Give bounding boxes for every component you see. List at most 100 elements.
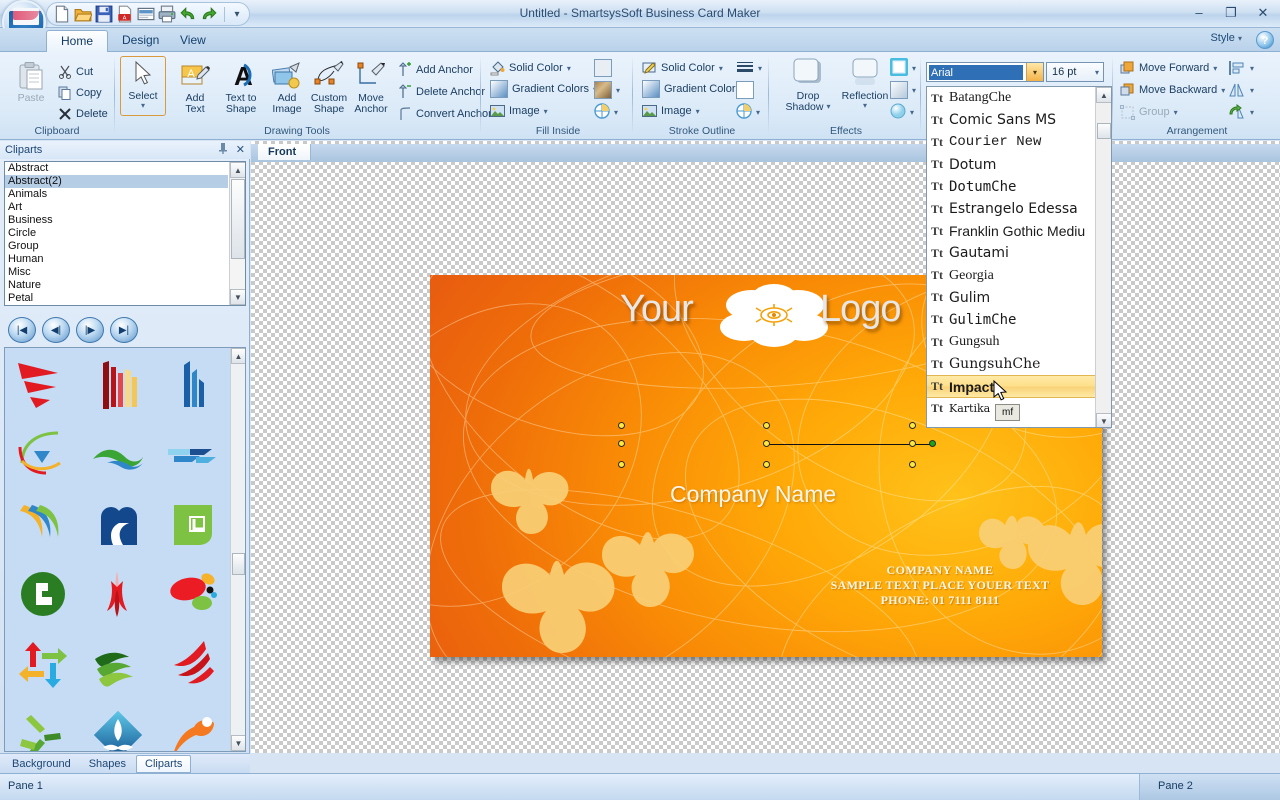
stroke-color-swatch[interactable] xyxy=(736,81,754,99)
clipart-red-fan[interactable] xyxy=(5,350,80,420)
font-list-item-gungsuh[interactable]: TtGungsuh xyxy=(927,331,1095,353)
scroll-down-arrow-icon[interactable]: ▼ xyxy=(231,735,246,751)
convert-anchor-button[interactable]: Convert Anchor xyxy=(398,105,492,123)
font-list-item-estrangelo-edessa[interactable]: TtEstrangelo Edessa xyxy=(927,198,1095,220)
clipart-crescent-stack[interactable] xyxy=(5,490,80,560)
scroll-down-arrow-icon[interactable]: ▼ xyxy=(230,289,246,305)
dock-tab-background[interactable]: Background xyxy=(4,756,79,772)
selection-handle-bl[interactable] xyxy=(618,461,625,468)
delete-anchor-button[interactable]: Delete Anchor xyxy=(398,83,485,101)
clipart-blue-twin-arch[interactable] xyxy=(80,490,155,560)
custom-shape-button[interactable]: Custom Shape xyxy=(306,59,352,115)
clipart-four-arrows-cycle[interactable] xyxy=(5,630,80,700)
clipart-category-item[interactable]: Art xyxy=(5,201,228,214)
font-list-item-dotumche[interactable]: TtDotumChe xyxy=(927,176,1095,198)
clipart-category-item[interactable]: Business xyxy=(5,214,228,227)
scroll-up-arrow-icon[interactable]: ▲ xyxy=(231,348,246,364)
fill-color-swatch[interactable] xyxy=(594,59,612,77)
clipart-green-circle-leaf[interactable] xyxy=(5,560,80,630)
font-dropdown-list[interactable]: TtBatangCheTtComic Sans MSTtCourier NewT… xyxy=(926,86,1112,428)
clipart-red-parrot[interactable] xyxy=(156,560,231,630)
card-contact-block[interactable]: COMPANY NAME SAMPLE TEXT PLACE YOUER TEX… xyxy=(790,563,1090,608)
add-anchor-button[interactable]: Add Anchor xyxy=(398,61,473,79)
clipart-orange-comet[interactable] xyxy=(156,700,231,752)
font-list-item-gungsuhche[interactable]: TtGungsuhChe xyxy=(927,353,1095,375)
scroll-up-arrow-icon[interactable]: ▲ xyxy=(230,162,246,178)
style-menu-button[interactable]: Style ▾ xyxy=(1210,32,1242,44)
clipart-category-item[interactable]: Abstract(2) xyxy=(5,175,228,188)
clipart-thumbnail-grid[interactable]: ▲ ▼ xyxy=(4,347,246,752)
category-scrollbar[interactable]: ▲ ▼ xyxy=(229,162,245,305)
clipart-category-item[interactable]: Misc xyxy=(5,266,228,279)
next-page-button[interactable]: |▶ xyxy=(76,317,104,343)
card-logo-text-your[interactable]: Your xyxy=(620,288,693,331)
selection-handle-l[interactable] xyxy=(618,440,625,447)
selection-handle-r[interactable] xyxy=(909,440,916,447)
dock-tab-cliparts[interactable]: Cliparts xyxy=(136,755,191,773)
text-to-shape-button[interactable]: A Text to Shape xyxy=(216,59,266,115)
font-list-item-franklin-gothic-mediu[interactable]: TtFranklin Gothic Mediu xyxy=(927,220,1095,242)
select-tool-button[interactable]: Select ▾ xyxy=(120,56,166,116)
font-list-item-courier-new[interactable]: TtCourier New xyxy=(927,131,1095,153)
stroke-image-button[interactable]: Image ▾ xyxy=(642,102,700,120)
close-icon[interactable]: ✕ xyxy=(236,143,245,157)
previous-page-button[interactable]: ◀| xyxy=(42,317,70,343)
clipart-category-list[interactable]: AbstractAbstract(2)AnimalsArtBusinessCir… xyxy=(4,161,246,306)
clipart-green-pinwheel[interactable] xyxy=(5,700,80,752)
add-text-button[interactable]: A Add Text xyxy=(172,59,218,115)
tab-view[interactable]: View xyxy=(166,30,220,52)
font-list-item-gautami[interactable]: TtGautami xyxy=(927,242,1095,264)
selection-handle-br[interactable] xyxy=(909,461,916,468)
clipart-green-leaves[interactable] xyxy=(80,630,155,700)
cut-button[interactable]: Cut xyxy=(58,63,93,81)
stroke-width-button[interactable]: ▾ xyxy=(736,59,762,77)
selection-handle-tr[interactable] xyxy=(909,422,916,429)
clipart-category-item[interactable]: Circle xyxy=(5,227,228,240)
move-backward-button[interactable]: Move Backward ▾ xyxy=(1120,81,1225,99)
fill-texture-button[interactable]: ▾ xyxy=(594,81,620,99)
selection-handle-t[interactable] xyxy=(763,422,770,429)
scroll-down-arrow-icon[interactable]: ▼ xyxy=(1096,413,1112,428)
selection-handle-center[interactable] xyxy=(763,440,770,447)
clipart-blue-speed-lines[interactable] xyxy=(156,420,231,490)
font-name-combo[interactable]: ▾ xyxy=(926,62,1044,82)
fill-solid-color-button[interactable]: Solid Color ▾ xyxy=(490,59,571,77)
font-list-item-gulimche[interactable]: TtGulimChe xyxy=(927,309,1095,331)
maximize-button[interactable]: ❐ xyxy=(1220,2,1242,22)
selection-rotate-handle[interactable] xyxy=(929,440,936,447)
category-scroll-thumb[interactable] xyxy=(231,179,245,259)
font-list-item-dotum[interactable]: TtDotum xyxy=(927,154,1095,176)
font-size-combo[interactable]: 16 pt ▾ xyxy=(1046,62,1104,82)
scroll-up-arrow-icon[interactable]: ▲ xyxy=(1096,87,1112,103)
add-image-button[interactable]: Add Image xyxy=(264,59,310,115)
delete-button[interactable]: Delete xyxy=(58,105,108,123)
thumbnails-scrollbar[interactable]: ▲ ▼ xyxy=(230,348,245,751)
copy-button[interactable]: Copy xyxy=(58,84,102,102)
move-anchor-button[interactable]: Move Anchor xyxy=(348,59,394,115)
font-list-item-impact[interactable]: TtImpact xyxy=(927,375,1095,397)
font-dropdown-arrow-icon[interactable]: ▾ xyxy=(1026,63,1043,81)
clipart-category-item[interactable]: Realistic xyxy=(5,305,228,306)
rotate-button[interactable]: ▾ xyxy=(1228,103,1254,121)
clipart-category-item[interactable]: Petal xyxy=(5,292,228,305)
reflection-button[interactable]: Reflection ▾ xyxy=(836,57,894,110)
undo-icon[interactable] xyxy=(179,5,197,23)
export-pdf-icon[interactable]: A xyxy=(116,5,134,23)
font-list-item-gulim[interactable]: TtGulim xyxy=(927,287,1095,309)
stroke-gradient-button[interactable]: Gradient Colors ▾ xyxy=(642,80,749,98)
group-button[interactable]: Group ▾ xyxy=(1120,103,1178,121)
clipart-red-wings[interactable] xyxy=(156,630,231,700)
close-button[interactable]: ✕ xyxy=(1252,2,1274,22)
open-folder-icon[interactable] xyxy=(74,5,92,23)
stroke-solid-color-button[interactable]: Solid Color ▾ xyxy=(642,59,723,77)
qat-customize-button[interactable]: ▾ xyxy=(231,9,243,20)
align-button[interactable]: ▾ xyxy=(1228,59,1254,77)
clipart-category-item[interactable]: Nature xyxy=(5,279,228,292)
clipart-blue-tower[interactable] xyxy=(156,350,231,420)
soft-edge-effect-button[interactable]: ▾ xyxy=(890,103,914,121)
font-list-scroll-thumb[interactable] xyxy=(1097,123,1111,139)
move-forward-button[interactable]: Move Forward ▾ xyxy=(1120,59,1217,77)
clipart-blue-diamond-flame[interactable] xyxy=(80,700,155,752)
bevel-effect-button[interactable]: ▾ xyxy=(890,81,916,99)
first-page-button[interactable]: |◀ xyxy=(8,317,36,343)
